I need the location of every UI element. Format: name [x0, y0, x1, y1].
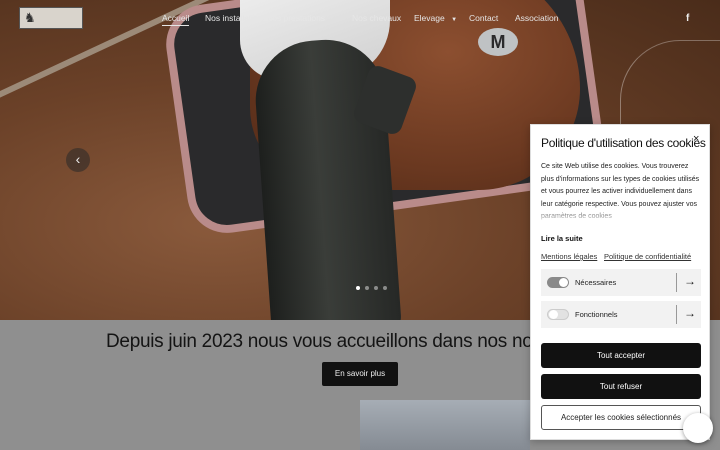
- toggle-knob: [549, 310, 558, 319]
- read-more-link[interactable]: Lire la suite: [541, 234, 583, 243]
- slider-prev-button[interactable]: ‹: [66, 148, 90, 172]
- accept-all-button[interactable]: Tout accepter: [541, 343, 701, 368]
- nav-item-elevage-label: Elevage: [414, 13, 445, 23]
- functional-toggle[interactable]: [547, 309, 569, 320]
- refuse-all-button[interactable]: Tout refuser: [541, 374, 701, 399]
- close-icon[interactable]: ×: [693, 133, 699, 145]
- learn-more-button[interactable]: En savoir plus: [322, 362, 398, 386]
- facebook-icon[interactable]: f: [686, 13, 689, 24]
- cookie-category-necessary: Nécessaires →: [541, 269, 701, 296]
- privacy-policy-link[interactable]: Politique de confidentialité: [604, 252, 691, 261]
- nav-item-association[interactable]: Association: [515, 13, 558, 23]
- category-label: Nécessaires: [575, 278, 617, 287]
- slider-dots: [356, 286, 387, 290]
- nav-item-accueil[interactable]: Accueil: [162, 13, 190, 26]
- section-image: [360, 400, 530, 450]
- slider-dot[interactable]: [365, 286, 369, 290]
- intro-headline: Depuis juin 2023 nous vous accueillons d…: [106, 331, 590, 352]
- divider: [676, 273, 677, 292]
- slider-dot[interactable]: [374, 286, 378, 290]
- arrow-right-icon[interactable]: →: [684, 306, 696, 320]
- hero-image-m-badge: M: [478, 28, 518, 56]
- arrow-right-icon[interactable]: →: [684, 274, 696, 288]
- chevron-down-icon: ▼: [451, 17, 458, 23]
- cookie-category-functional: Fonctionnels →: [541, 301, 701, 328]
- nav-item-prestations[interactable]: Nos prestations: [266, 13, 325, 23]
- category-label: Fonctionnels: [575, 310, 618, 319]
- toggle-knob: [559, 278, 568, 287]
- site-logo[interactable]: ♞: [19, 7, 83, 29]
- accept-selected-button[interactable]: Accepter les cookies sélectionnés: [541, 405, 701, 430]
- chat-widget-button[interactable]: [683, 413, 713, 443]
- divider: [676, 305, 677, 324]
- necessary-toggle[interactable]: [547, 277, 569, 288]
- cookie-title: Politique d'utilisation des cookies: [541, 136, 706, 150]
- nav-item-elevage[interactable]: Elevage ▼: [414, 13, 457, 23]
- cookie-consent-panel: Politique d'utilisation des cookies × Ce…: [530, 124, 710, 440]
- nav-item-chevaux[interactable]: Nos chevaux: [352, 13, 401, 23]
- legal-notice-link[interactable]: Mentions légales: [541, 252, 597, 261]
- nav-item-installations[interactable]: Nos installations: [205, 13, 267, 23]
- slider-dot[interactable]: [383, 286, 387, 290]
- cookie-description-fade: [541, 205, 703, 225]
- slider-dot[interactable]: [356, 286, 360, 290]
- horse-head-icon: ♞: [24, 10, 36, 25]
- nav-item-contact[interactable]: Contact: [469, 13, 498, 23]
